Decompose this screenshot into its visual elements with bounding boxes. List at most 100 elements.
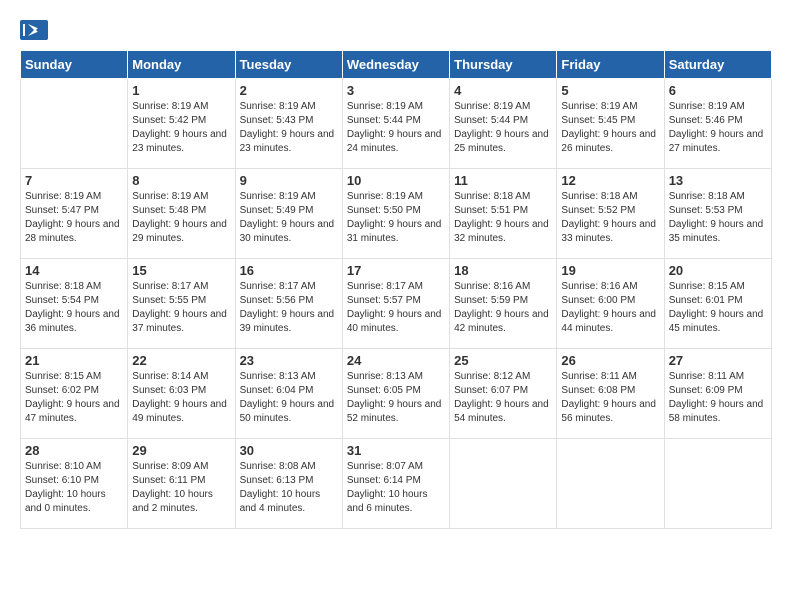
calendar-cell: 18 Sunrise: 8:16 AMSunset: 5:59 PMDayligh… (450, 259, 557, 349)
day-number: 6 (669, 83, 767, 98)
weekday-header: Sunday (21, 51, 128, 79)
calendar-cell: 7 Sunrise: 8:19 AMSunset: 5:47 PMDaylight… (21, 169, 128, 259)
day-number: 1 (132, 83, 230, 98)
day-info: Sunrise: 8:17 AMSunset: 5:55 PMDaylight:… (132, 280, 230, 336)
day-number: 12 (561, 173, 659, 188)
day-info: Sunrise: 8:19 AMSunset: 5:44 PMDaylight:… (454, 100, 552, 156)
day-number: 30 (240, 443, 338, 458)
calendar-cell: 22 Sunrise: 8:14 AMSunset: 6:03 PMDayligh… (128, 349, 235, 439)
day-info: Sunrise: 8:16 AMSunset: 6:00 PMDaylight:… (561, 280, 659, 336)
day-number: 22 (132, 353, 230, 368)
calendar-cell: 29Sunrise: 8:09 AMSunset: 6:11 PMDayligh… (128, 439, 235, 529)
calendar-cell: 8 Sunrise: 8:19 AMSunset: 5:48 PMDaylight… (128, 169, 235, 259)
day-info: Sunrise: 8:19 AMSunset: 5:43 PMDaylight:… (240, 100, 338, 156)
calendar-cell (450, 439, 557, 529)
calendar-cell: 20 Sunrise: 8:15 AMSunset: 6:01 PMDayligh… (664, 259, 771, 349)
calendar-cell: 31Sunrise: 8:07 AMSunset: 6:14 PMDayligh… (342, 439, 449, 529)
day-info: Sunrise: 8:19 AMSunset: 5:45 PMDaylight:… (561, 100, 659, 156)
day-info: Sunrise: 8:15 AMSunset: 6:02 PMDaylight:… (25, 370, 123, 426)
calendar-week-row: 14 Sunrise: 8:18 AMSunset: 5:54 PMDayligh… (21, 259, 772, 349)
day-number: 18 (454, 263, 552, 278)
logo (20, 20, 52, 40)
day-info: Sunrise: 8:15 AMSunset: 6:01 PMDaylight:… (669, 280, 767, 336)
day-info: Sunrise: 8:11 AMSunset: 6:08 PMDaylight:… (561, 370, 659, 426)
day-info: Sunrise: 8:19 AMSunset: 5:48 PMDaylight:… (132, 190, 230, 246)
weekday-header: Monday (128, 51, 235, 79)
calendar-cell: 13 Sunrise: 8:18 AMSunset: 5:53 PMDayligh… (664, 169, 771, 259)
day-info: Sunrise: 8:19 AMSunset: 5:46 PMDaylight:… (669, 100, 767, 156)
day-info: Sunrise: 8:16 AMSunset: 5:59 PMDaylight:… (454, 280, 552, 336)
day-info: Sunrise: 8:19 AMSunset: 5:44 PMDaylight:… (347, 100, 445, 156)
weekday-header: Wednesday (342, 51, 449, 79)
day-info: Sunrise: 8:19 AMSunset: 5:47 PMDaylight:… (25, 190, 123, 246)
calendar-cell (664, 439, 771, 529)
calendar-cell: 12 Sunrise: 8:18 AMSunset: 5:52 PMDayligh… (557, 169, 664, 259)
day-info: Sunrise: 8:07 AMSunset: 6:14 PMDaylight:… (347, 460, 445, 516)
day-number: 4 (454, 83, 552, 98)
calendar-cell: 4 Sunrise: 8:19 AMSunset: 5:44 PMDaylight… (450, 79, 557, 169)
calendar-header-row: SundayMondayTuesdayWednesdayThursdayFrid… (21, 51, 772, 79)
day-info: Sunrise: 8:18 AMSunset: 5:53 PMDaylight:… (669, 190, 767, 246)
calendar-cell: 28 Sunrise: 8:10 AMSunset: 6:10 PMDayligh… (21, 439, 128, 529)
day-info: Sunrise: 8:10 AMSunset: 6:10 PMDaylight:… (25, 460, 123, 516)
calendar-cell: 25Sunrise: 8:12 AMSunset: 6:07 PMDayligh… (450, 349, 557, 439)
day-info: Sunrise: 8:18 AMSunset: 5:51 PMDaylight:… (454, 190, 552, 246)
calendar-cell (21, 79, 128, 169)
day-number: 7 (25, 173, 123, 188)
day-number: 25 (454, 353, 552, 368)
day-number: 28 (25, 443, 123, 458)
day-number: 9 (240, 173, 338, 188)
day-number: 15 (132, 263, 230, 278)
calendar-week-row: 7 Sunrise: 8:19 AMSunset: 5:47 PMDaylight… (21, 169, 772, 259)
calendar-cell: 16 Sunrise: 8:17 AMSunset: 5:56 PMDayligh… (235, 259, 342, 349)
day-info: Sunrise: 8:17 AMSunset: 5:56 PMDaylight:… (240, 280, 338, 336)
day-info: Sunrise: 8:13 AMSunset: 6:05 PMDaylight:… (347, 370, 445, 426)
day-info: Sunrise: 8:13 AMSunset: 6:04 PMDaylight:… (240, 370, 338, 426)
day-number: 21 (25, 353, 123, 368)
calendar-cell: 19Sunrise: 8:16 AMSunset: 6:00 PMDayligh… (557, 259, 664, 349)
page-header (20, 20, 772, 40)
calendar-table: SundayMondayTuesdayWednesdayThursdayFrid… (20, 50, 772, 529)
calendar-cell: 9 Sunrise: 8:19 AMSunset: 5:49 PMDaylight… (235, 169, 342, 259)
day-info: Sunrise: 8:14 AMSunset: 6:03 PMDaylight:… (132, 370, 230, 426)
calendar-cell (557, 439, 664, 529)
day-number: 26 (561, 353, 659, 368)
day-info: Sunrise: 8:18 AMSunset: 5:54 PMDaylight:… (25, 280, 123, 336)
day-info: Sunrise: 8:19 AMSunset: 5:50 PMDaylight:… (347, 190, 445, 246)
day-number: 23 (240, 353, 338, 368)
day-info: Sunrise: 8:11 AMSunset: 6:09 PMDaylight:… (669, 370, 767, 426)
weekday-header: Saturday (664, 51, 771, 79)
day-number: 8 (132, 173, 230, 188)
calendar-cell: 30 Sunrise: 8:08 AMSunset: 6:13 PMDayligh… (235, 439, 342, 529)
calendar-cell: 23 Sunrise: 8:13 AMSunset: 6:04 PMDayligh… (235, 349, 342, 439)
calendar-cell: 14 Sunrise: 8:18 AMSunset: 5:54 PMDayligh… (21, 259, 128, 349)
calendar-cell: 26 Sunrise: 8:11 AMSunset: 6:08 PMDayligh… (557, 349, 664, 439)
day-info: Sunrise: 8:08 AMSunset: 6:13 PMDaylight:… (240, 460, 338, 516)
day-number: 16 (240, 263, 338, 278)
day-number: 13 (669, 173, 767, 188)
calendar-week-row: 21 Sunrise: 8:15 AMSunset: 6:02 PMDayligh… (21, 349, 772, 439)
calendar-cell: 11Sunrise: 8:18 AMSunset: 5:51 PMDayligh… (450, 169, 557, 259)
day-info: Sunrise: 8:19 AMSunset: 5:49 PMDaylight:… (240, 190, 338, 246)
day-number: 10 (347, 173, 445, 188)
day-number: 2 (240, 83, 338, 98)
day-number: 24 (347, 353, 445, 368)
day-number: 5 (561, 83, 659, 98)
calendar-cell: 21 Sunrise: 8:15 AMSunset: 6:02 PMDayligh… (21, 349, 128, 439)
day-info: Sunrise: 8:18 AMSunset: 5:52 PMDaylight:… (561, 190, 659, 246)
calendar-cell: 27Sunrise: 8:11 AMSunset: 6:09 PMDayligh… (664, 349, 771, 439)
day-info: Sunrise: 8:09 AMSunset: 6:11 PMDaylight:… (132, 460, 230, 516)
day-info: Sunrise: 8:17 AMSunset: 5:57 PMDaylight:… (347, 280, 445, 336)
day-number: 3 (347, 83, 445, 98)
logo-icon (20, 20, 48, 40)
calendar-cell: 17 Sunrise: 8:17 AMSunset: 5:57 PMDayligh… (342, 259, 449, 349)
day-number: 14 (25, 263, 123, 278)
day-number: 17 (347, 263, 445, 278)
calendar-week-row: 1Sunrise: 8:19 AMSunset: 5:42 PMDaylight… (21, 79, 772, 169)
calendar-week-row: 28 Sunrise: 8:10 AMSunset: 6:10 PMDayligh… (21, 439, 772, 529)
weekday-header: Thursday (450, 51, 557, 79)
day-number: 20 (669, 263, 767, 278)
calendar-cell: 3 Sunrise: 8:19 AMSunset: 5:44 PMDaylight… (342, 79, 449, 169)
calendar-cell: 6 Sunrise: 8:19 AMSunset: 5:46 PMDaylight… (664, 79, 771, 169)
calendar-cell: 15 Sunrise: 8:17 AMSunset: 5:55 PMDayligh… (128, 259, 235, 349)
